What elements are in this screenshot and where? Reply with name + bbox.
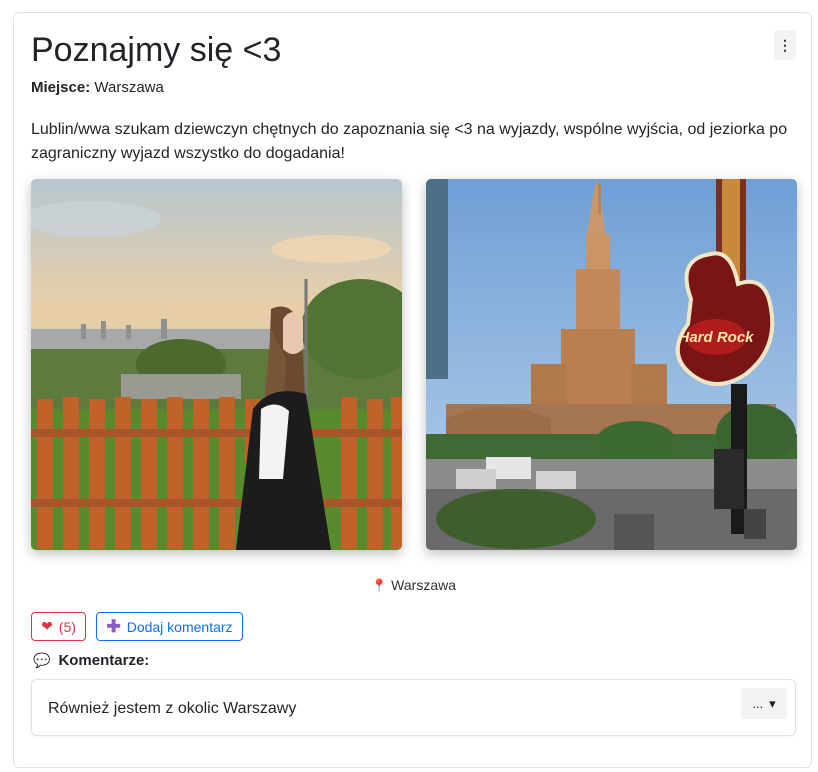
caret-down-icon: ▾	[769, 695, 776, 711]
like-count: (5)	[58, 618, 76, 635]
post-photo-2[interactable]: Hard Rock	[426, 179, 797, 550]
photo-palace-of-culture: Hard Rock	[426, 179, 797, 550]
post-place: Miejsce: Warszawa	[31, 79, 164, 96]
comment-item: Również jestem z okolic Warszawy ... ▾	[31, 679, 796, 736]
comments-header: 💬 Komentarze:	[33, 652, 149, 669]
post-photo-1[interactable]	[31, 179, 402, 550]
kebab-menu-icon: ⋮	[778, 36, 792, 53]
comment-text: Również jestem z okolic Warszawy	[48, 700, 297, 717]
add-comment-button[interactable]: ✚ Dodaj komentarz	[96, 612, 243, 641]
photo-woman-fence	[31, 179, 402, 550]
post-card: Poznajmy się <3 ⋮ Miejsce: Warszawa Lubl…	[13, 12, 812, 768]
post-options-button[interactable]: ⋮	[774, 30, 796, 60]
ellipsis-icon: ...	[752, 696, 764, 711]
plus-icon: ✚	[106, 616, 121, 636]
speech-bubble-icon: 💬	[33, 652, 51, 668]
post-location: 📍 Warszawa	[14, 577, 813, 594]
comment-options-button[interactable]: ... ▾	[741, 688, 787, 719]
like-button[interactable]: ❤ (5)	[31, 612, 86, 641]
place-label: Miejsce:	[31, 79, 91, 96]
comments-title: Komentarze:	[58, 652, 150, 669]
post-title: Poznajmy się <3	[31, 31, 282, 69]
place-value: Warszawa	[94, 79, 164, 96]
heart-icon: ❤	[41, 618, 53, 634]
post-description: Lublin/wwa szukam dziewczyn chętnych do …	[31, 121, 788, 162]
svg-text:Hard Rock: Hard Rock	[678, 329, 754, 346]
location-text: Warszawa	[391, 577, 456, 593]
map-pin-icon: 📍	[370, 578, 388, 593]
add-comment-label: Dodaj komentarz	[126, 618, 233, 635]
